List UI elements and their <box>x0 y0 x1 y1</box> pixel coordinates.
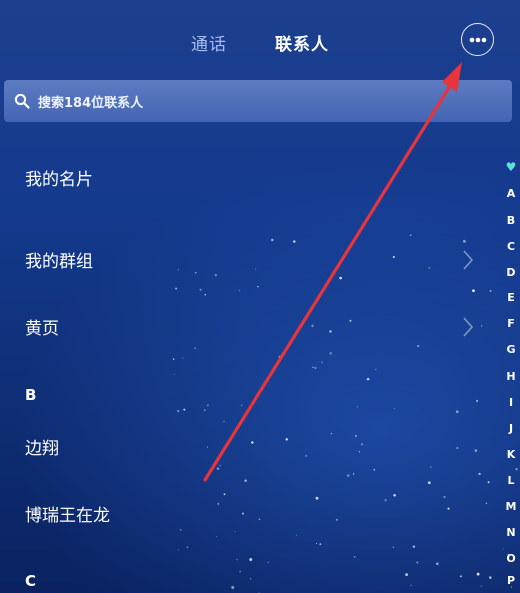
index-letter-k[interactable]: K <box>504 448 518 461</box>
top-tab-bar: 通话 联系人 <box>0 0 520 80</box>
index-letter-b[interactable]: B <box>504 214 518 227</box>
tab-calls[interactable]: 通话 <box>191 30 227 55</box>
tab-contacts[interactable]: 联系人 <box>275 30 329 55</box>
menu-item-yellow-pages[interactable]: 黄页 <box>25 314 59 339</box>
menu-item-my-card[interactable]: 我的名片 <box>25 165 93 190</box>
index-letter-n[interactable]: N <box>504 526 518 539</box>
contact-item[interactable]: 博瑞王在龙 <box>25 501 110 526</box>
index-letter-j[interactable]: J <box>504 422 518 435</box>
index-letter-h[interactable]: H <box>504 370 518 383</box>
contact-item[interactable]: 边翔 <box>25 434 59 459</box>
index-letter-c[interactable]: C <box>504 240 518 253</box>
search-input[interactable]: 搜索184位联系人 <box>4 80 512 122</box>
heart-icon[interactable]: ♥ <box>504 160 518 174</box>
more-horizontal-icon <box>469 37 486 42</box>
index-letter-e[interactable]: E <box>504 291 518 304</box>
more-button[interactable] <box>461 23 494 56</box>
index-letter-p[interactable]: P <box>504 574 518 587</box>
index-letter-d[interactable]: D <box>504 266 518 279</box>
index-letter-i[interactable]: I <box>504 396 518 409</box>
section-header-b: B <box>25 386 37 404</box>
chevron-right-icon <box>463 250 474 270</box>
menu-item-my-groups[interactable]: 我的群组 <box>25 247 93 272</box>
search-icon <box>14 93 30 109</box>
search-placeholder: 搜索184位联系人 <box>38 95 144 111</box>
index-letter-f[interactable]: F <box>504 317 518 330</box>
index-letter-a[interactable]: A <box>504 187 518 200</box>
index-letter-o[interactable]: O <box>504 552 518 565</box>
section-header-c: C <box>25 572 37 590</box>
chevron-right-icon <box>463 317 474 337</box>
index-letter-g[interactable]: G <box>504 343 518 356</box>
index-letter-l[interactable]: L <box>504 474 518 487</box>
index-letter-m[interactable]: M <box>504 500 518 513</box>
